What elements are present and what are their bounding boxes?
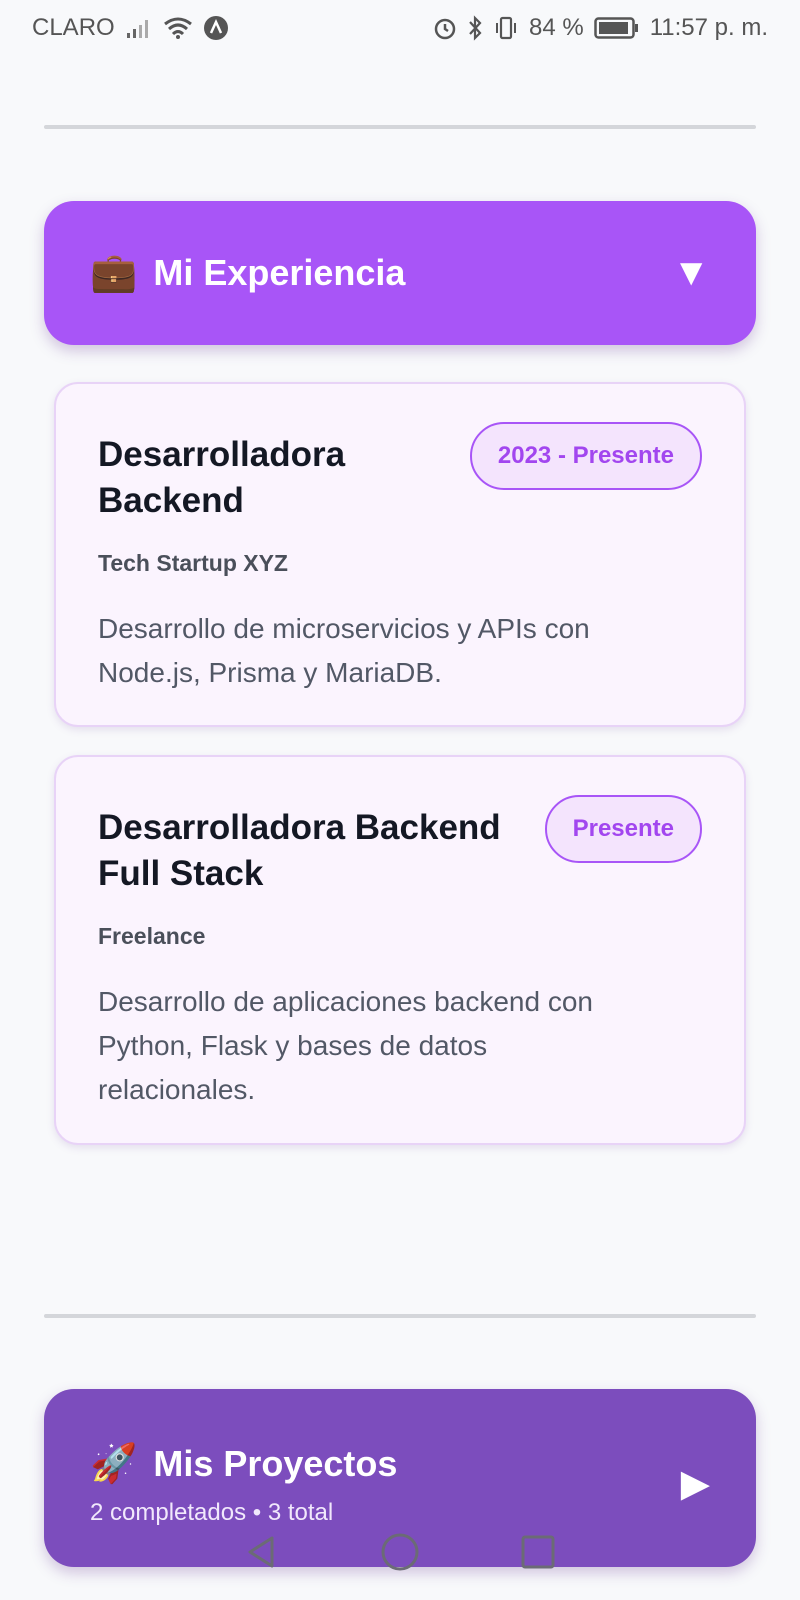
section-divider bbox=[44, 125, 756, 129]
signal-icon bbox=[125, 17, 153, 39]
chevron-right-icon[interactable]: ▶ bbox=[681, 1465, 710, 1503]
back-icon[interactable] bbox=[244, 1534, 280, 1575]
home-icon[interactable] bbox=[380, 1532, 420, 1577]
experience-card: Desarrolladora Backend Full Stack Presen… bbox=[54, 755, 746, 1145]
battery-percent: 84 % bbox=[529, 14, 584, 41]
experience-section-header[interactable]: 💼 Mi Experiencia ▼ bbox=[44, 201, 756, 345]
alarm-icon bbox=[433, 16, 457, 40]
period-badge: 2023 - Presente bbox=[469, 422, 702, 490]
period-badge: Presente bbox=[544, 795, 702, 863]
battery-icon bbox=[593, 16, 640, 40]
company-name: Freelance bbox=[98, 923, 206, 949]
bluetooth-icon bbox=[467, 15, 483, 41]
recents-icon[interactable] bbox=[520, 1534, 556, 1575]
job-title: Desarrolladora Backend bbox=[98, 435, 346, 520]
job-description: Desarrollo de aplicaciones backend con P… bbox=[98, 986, 593, 1105]
job-description: Desarrollo de microservicios y APIs con … bbox=[98, 613, 590, 688]
section-divider bbox=[44, 1314, 756, 1318]
status-bar: CLARO 84 % 11:57 p. m. bbox=[0, 0, 800, 56]
experience-card: Desarrolladora Backend 2023 - Presente T… bbox=[54, 382, 746, 727]
projects-title: Mis Proyectos bbox=[153, 1443, 398, 1484]
projects-summary: 2 completados • 3 total bbox=[90, 1499, 334, 1526]
clock: 11:57 p. m. bbox=[649, 14, 768, 41]
job-title: Desarrolladora Backend Full Stack bbox=[98, 808, 501, 893]
experience-title: Mi Experiencia bbox=[153, 252, 406, 293]
navigation-bar bbox=[0, 1524, 800, 1584]
vibrate-icon bbox=[493, 16, 519, 40]
chevron-down-icon[interactable]: ▼ bbox=[672, 254, 710, 292]
briefcase-icon: 💼 bbox=[90, 252, 138, 294]
company-name: Tech Startup XYZ bbox=[98, 550, 288, 576]
carrier-label: CLARO bbox=[32, 14, 115, 41]
rocket-icon: 🚀 bbox=[90, 1443, 138, 1485]
app-notification-icon bbox=[203, 15, 229, 41]
screen: CLARO 84 % 11:57 p. m. 💼 Mi Experiencia … bbox=[0, 0, 800, 1600]
wifi-icon bbox=[163, 16, 193, 40]
